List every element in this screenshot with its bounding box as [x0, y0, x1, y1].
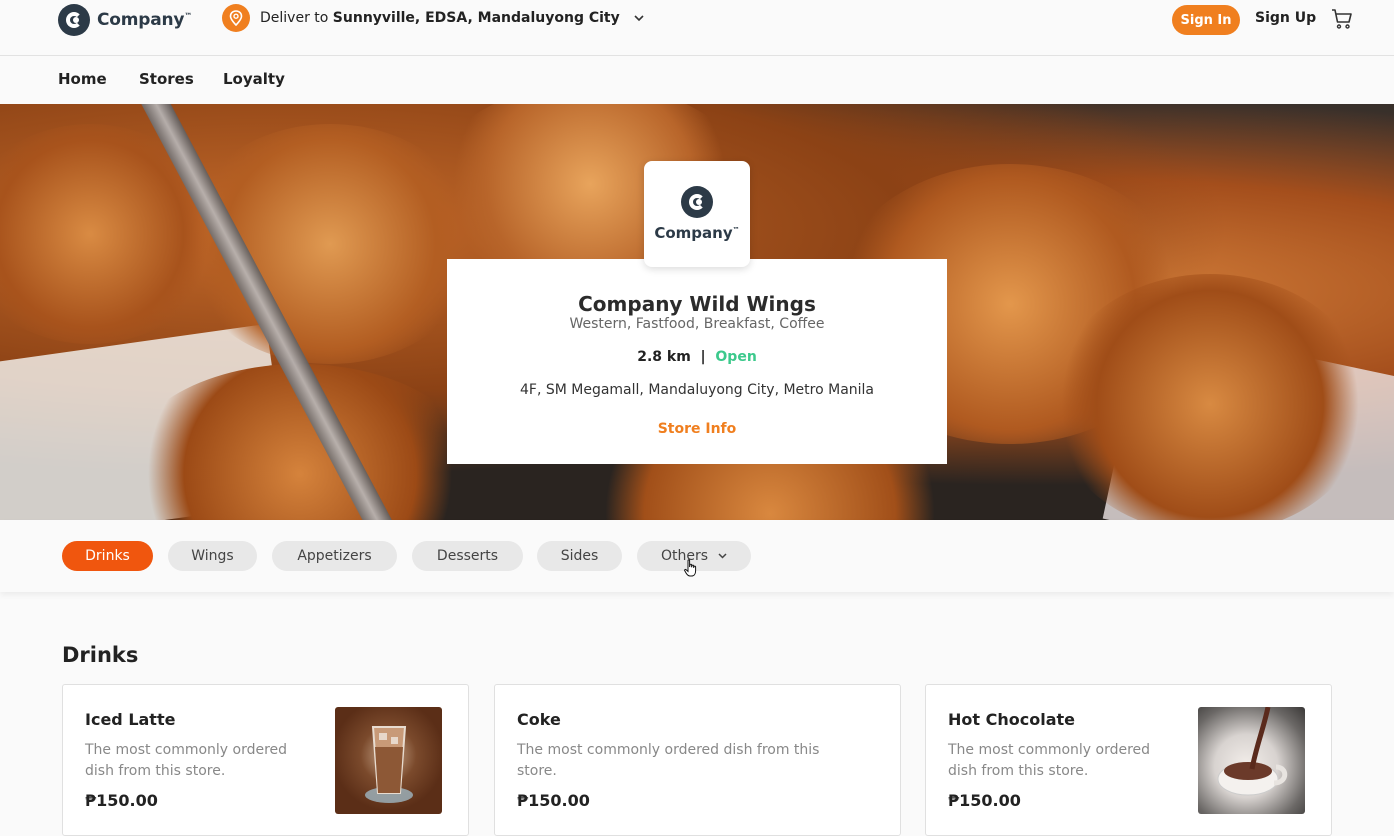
hand-pointer-cursor-icon — [684, 559, 698, 577]
iced-latte-photo — [335, 707, 442, 814]
sign-up-link[interactable]: Sign Up — [1255, 10, 1316, 26]
chevron-down-icon — [634, 11, 644, 25]
tab-wings[interactable]: Wings — [168, 541, 257, 571]
menu-item-card[interactable]: Coke The most commonly ordered dish from… — [494, 684, 901, 836]
store-categories: Western, Fastfood, Breakfast, Coffee — [569, 316, 825, 332]
nav-home[interactable]: Home — [58, 70, 107, 88]
company-logo-icon — [681, 186, 713, 218]
store-distance-status: 2.8 km | Open — [447, 349, 947, 365]
company-logo-icon — [58, 4, 90, 36]
item-name: Hot Chocolate — [948, 710, 1075, 729]
brand-logo[interactable]: Company™ — [58, 4, 192, 36]
store-info-card: Company Wild Wings Western, Fastfood, Br… — [447, 259, 947, 464]
menu-item-card[interactable]: Hot Chocolate The most commonly ordered … — [925, 684, 1332, 836]
fried-chicken-piece — [1050, 274, 1370, 520]
delivery-address-selector[interactable]: Deliver to Sunnyville, EDSA, Mandaluyong… — [222, 4, 644, 32]
item-name: Iced Latte — [85, 710, 176, 729]
deliver-prefix: Deliver to — [260, 10, 329, 26]
item-description: The most commonly ordered dish from this… — [517, 742, 820, 779]
cart-icon[interactable] — [1330, 7, 1354, 31]
item-description: The most commonly ordered dish from this… — [85, 742, 288, 779]
store-logo-text: Company — [654, 224, 733, 242]
store-status: Open — [715, 349, 757, 365]
section-title: Drinks — [62, 643, 139, 667]
chevron-down-icon — [718, 551, 727, 562]
tab-desserts[interactable]: Desserts — [412, 541, 523, 571]
sign-in-button[interactable]: Sign In — [1172, 5, 1240, 35]
item-description: The most commonly ordered dish from this… — [948, 742, 1151, 779]
store-info-link[interactable]: Store Info — [447, 421, 947, 437]
store-distance: 2.8 km — [637, 349, 691, 365]
item-price: ₱150.00 — [517, 791, 590, 810]
nav-loyalty[interactable]: Loyalty — [223, 70, 285, 88]
menu-item-card[interactable]: Iced Latte The most commonly ordered dis… — [62, 684, 469, 836]
item-name: Coke — [517, 710, 561, 729]
location-pin-icon — [222, 4, 250, 32]
hot-chocolate-photo — [1198, 707, 1305, 814]
meta-separator: | — [700, 349, 706, 365]
item-price: ₱150.00 — [948, 791, 1021, 810]
deliver-address: Sunnyville, EDSA, Mandaluyong City — [332, 10, 620, 26]
category-tabs: Drinks Wings Appetizers Desserts Sides O… — [0, 520, 1394, 592]
trademark: ™ — [732, 226, 740, 234]
top-header: Company™ Deliver to Sunnyville, EDSA, Ma… — [0, 0, 1394, 56]
store-address: 4F, SM Megamall, Mandaluyong City, Metro… — [519, 382, 875, 398]
store-logo: Company™ — [644, 161, 750, 267]
trademark: ™ — [184, 11, 193, 21]
main-nav: Home Stores Loyalty — [0, 57, 1394, 104]
store-name: Company Wild Wings — [578, 292, 816, 316]
tab-appetizers[interactable]: Appetizers — [272, 541, 397, 571]
item-price: ₱150.00 — [85, 791, 158, 810]
nav-stores[interactable]: Stores — [139, 70, 194, 88]
tab-drinks[interactable]: Drinks — [62, 541, 153, 571]
tab-sides[interactable]: Sides — [537, 541, 622, 571]
brand-name: Company — [97, 10, 185, 30]
